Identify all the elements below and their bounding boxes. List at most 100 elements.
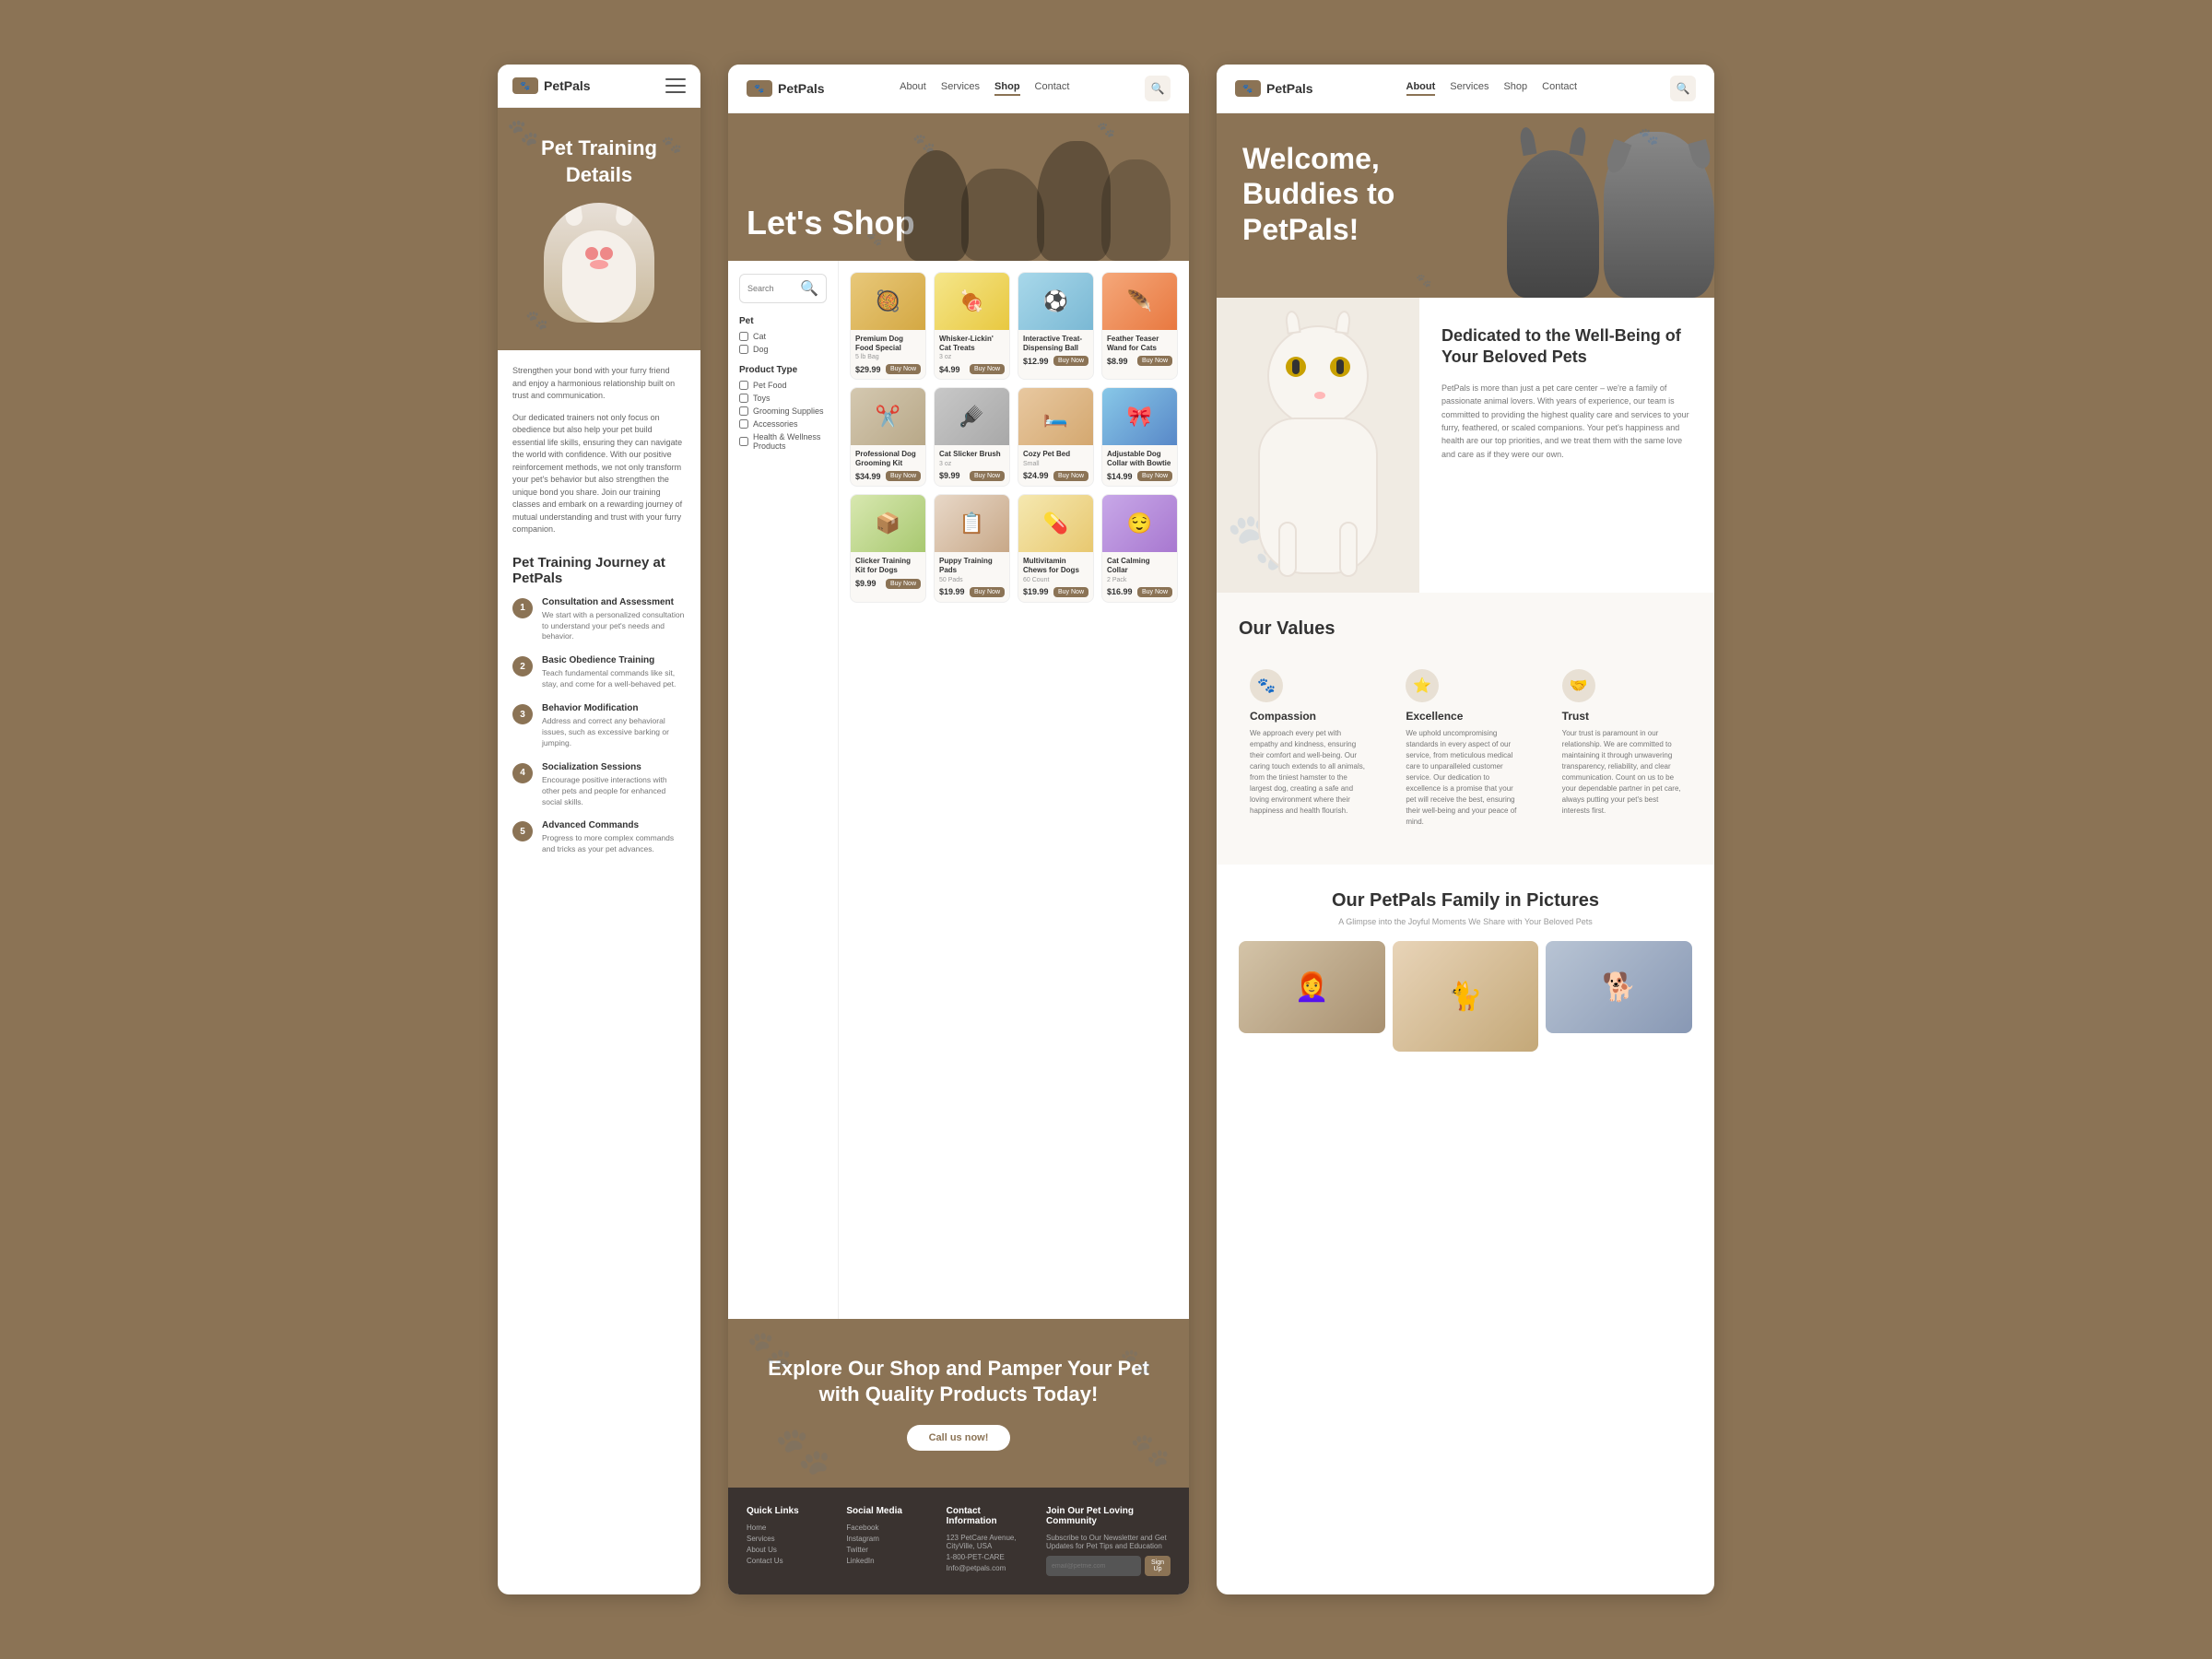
footer-signup-button[interactable]: Sign Up: [1145, 1556, 1171, 1576]
product-price-4: $34.99: [855, 472, 881, 481]
filter-health[interactable]: Health & Wellness Products: [739, 432, 827, 451]
nav-services[interactable]: Services: [941, 81, 980, 96]
product-info-10: Multivitamin Chews for Dogs 60 Count $19…: [1018, 552, 1093, 601]
product-card-10: 💊 Multivitamin Chews for Dogs 60 Count $…: [1018, 494, 1094, 602]
about-hero: Welcome, Buddies to PetPals! 🐾 🐾: [1217, 113, 1714, 298]
nav-about[interactable]: About: [900, 81, 926, 96]
footer-facebook[interactable]: Facebook: [846, 1524, 931, 1532]
buy-button-4[interactable]: Buy Now: [886, 471, 921, 481]
step-title-3: Behavior Modification: [542, 703, 686, 713]
about-cat-silhouette: [1507, 150, 1599, 298]
product-card-7: 🎀 Adjustable Dog Collar with Bowtie $14.…: [1101, 387, 1178, 487]
step-content-5: Advanced Commands Progress to more compl…: [542, 820, 686, 855]
step-number-5: 5: [512, 821, 533, 841]
buy-button-3[interactable]: Buy Now: [1137, 356, 1172, 366]
footer-link-home[interactable]: Home: [747, 1524, 831, 1532]
product-name-7: Adjustable Dog Collar with Bowtie: [1107, 450, 1172, 467]
footer-linkedin[interactable]: LinkedIn: [846, 1557, 931, 1565]
buy-button-10[interactable]: Buy Now: [1053, 587, 1088, 597]
buy-button-9[interactable]: Buy Now: [970, 587, 1005, 597]
nav-shop[interactable]: Shop: [994, 81, 1020, 96]
buy-button-2[interactable]: Buy Now: [1053, 356, 1088, 366]
footer-contact-title: Contact Information: [947, 1506, 1031, 1526]
product-image-6: 🛏️: [1018, 388, 1093, 445]
product-price-7: $14.99: [1107, 472, 1133, 481]
product-card-9: 📋 Puppy Training Pads 50 Pads $19.99 Buy…: [934, 494, 1010, 602]
product-name-9: Puppy Training Pads: [939, 557, 1005, 574]
about-nav-contact[interactable]: Contact: [1542, 81, 1577, 96]
filter-pet-food[interactable]: Pet Food: [739, 381, 827, 390]
footer-link-about[interactable]: About Us: [747, 1546, 831, 1554]
nav-contact[interactable]: Contact: [1035, 81, 1070, 96]
filter-toys[interactable]: Toys: [739, 394, 827, 403]
about-nav-shop[interactable]: Shop: [1503, 81, 1527, 96]
buy-button-1[interactable]: Buy Now: [970, 364, 1005, 374]
filter-accessories[interactable]: Accessories: [739, 419, 827, 429]
cat-torso: [1258, 418, 1378, 574]
cat-front-leg-r: [1339, 522, 1358, 577]
product-card-4: ✂️ Professional Dog Grooming Kit $34.99 …: [850, 387, 926, 487]
step-content-3: Behavior Modification Address and correc…: [542, 703, 686, 749]
about-search-button[interactable]: 🔍: [1670, 76, 1696, 101]
about-nav-services[interactable]: Services: [1450, 81, 1488, 96]
pet-silhouette-4: [1101, 159, 1171, 261]
step-number-4: 4: [512, 763, 533, 783]
gallery-item-3: 🐕: [1546, 941, 1692, 1033]
step-number-1: 1: [512, 598, 533, 618]
filter-cat[interactable]: Cat: [739, 332, 827, 341]
buy-button-7[interactable]: Buy Now: [1137, 471, 1172, 481]
filter-dog[interactable]: Dog: [739, 345, 827, 354]
health-checkbox[interactable]: [739, 437, 748, 446]
buy-button-5[interactable]: Buy Now: [970, 471, 1005, 481]
buy-button-11[interactable]: Buy Now: [1137, 587, 1172, 597]
product-card-11: 😌 Cat Calming Collar 2 Pack $16.99 Buy N…: [1101, 494, 1178, 602]
hamburger-menu[interactable]: [665, 78, 686, 93]
dog-checkbox[interactable]: [739, 345, 748, 354]
pet-silhouette-3: [1037, 141, 1111, 261]
product-card-3: 🪶 Feather Teaser Wand for Cats $8.99 Buy…: [1101, 272, 1178, 380]
step-number-2: 2: [512, 656, 533, 677]
dog-label: Dog: [753, 345, 769, 354]
product-image-11: 😌: [1102, 495, 1177, 552]
footer-link-contact[interactable]: Contact Us: [747, 1557, 831, 1565]
grooming-checkbox[interactable]: [739, 406, 748, 416]
step-content-4: Socialization Sessions Encourage positiv…: [542, 762, 686, 808]
product-size-11: 2 Pack: [1107, 577, 1172, 583]
product-name-5: Cat Slicker Brush: [939, 450, 1005, 459]
trust-desc: Your trust is paramount in our relations…: [1562, 728, 1681, 817]
mobile-hero-title: Pet Training Details: [516, 135, 682, 188]
step-desc-1: We start with a personalized consultatio…: [542, 610, 686, 643]
mobile-content: Strengthen your bond with your furry fri…: [498, 350, 700, 883]
gallery-item-1: 👩‍🦰: [1239, 941, 1385, 1033]
buy-button-6[interactable]: Buy Now: [1053, 471, 1088, 481]
dog-ear-right: [1688, 139, 1712, 171]
training-step-4: 4 Socialization Sessions Encourage posit…: [512, 762, 686, 808]
product-info-2: Interactive Treat-Dispensing Ball $12.99…: [1018, 330, 1093, 371]
footer-link-services[interactable]: Services: [747, 1535, 831, 1543]
buy-button-0[interactable]: Buy Now: [886, 364, 921, 374]
cat-pupil-left: [1292, 359, 1300, 374]
toys-checkbox[interactable]: [739, 394, 748, 403]
product-info-6: Cozy Pet Bed Small $24.99 Buy Now: [1018, 445, 1093, 486]
mobile-panel: 🐾 PetPals 🐾 🐾 🐾 Pet Training Details Str…: [498, 65, 700, 1594]
cat-checkbox[interactable]: [739, 332, 748, 341]
footer-instagram[interactable]: Instagram: [846, 1535, 931, 1543]
cat-ear-left: [1519, 126, 1537, 156]
filter-grooming[interactable]: Grooming Supplies: [739, 406, 827, 416]
product-image-1: 🍖: [935, 273, 1009, 330]
shop-footer: Quick Links Home Services About Us Conta…: [728, 1488, 1189, 1594]
footer-twitter[interactable]: Twitter: [846, 1546, 931, 1554]
accessories-checkbox[interactable]: [739, 419, 748, 429]
values-title: Our Values: [1239, 618, 1692, 640]
product-card-0: 🥘 Premium Dog Food Special 5 lb Bag $29.…: [850, 272, 926, 380]
pet-food-checkbox[interactable]: [739, 381, 748, 390]
footer-email-input[interactable]: [1046, 1556, 1141, 1576]
about-logo-icon: 🐾: [1235, 80, 1261, 97]
buy-button-8[interactable]: Buy Now: [886, 579, 921, 589]
about-header: 🐾 PetPals About Services Shop Contact 🔍: [1217, 65, 1714, 113]
search-input[interactable]: [747, 284, 795, 293]
about-nav-about[interactable]: About: [1406, 81, 1436, 96]
pet-food-label: Pet Food: [753, 381, 787, 390]
search-box[interactable]: 🔍: [739, 274, 827, 303]
shop-search-button[interactable]: 🔍: [1145, 76, 1171, 101]
